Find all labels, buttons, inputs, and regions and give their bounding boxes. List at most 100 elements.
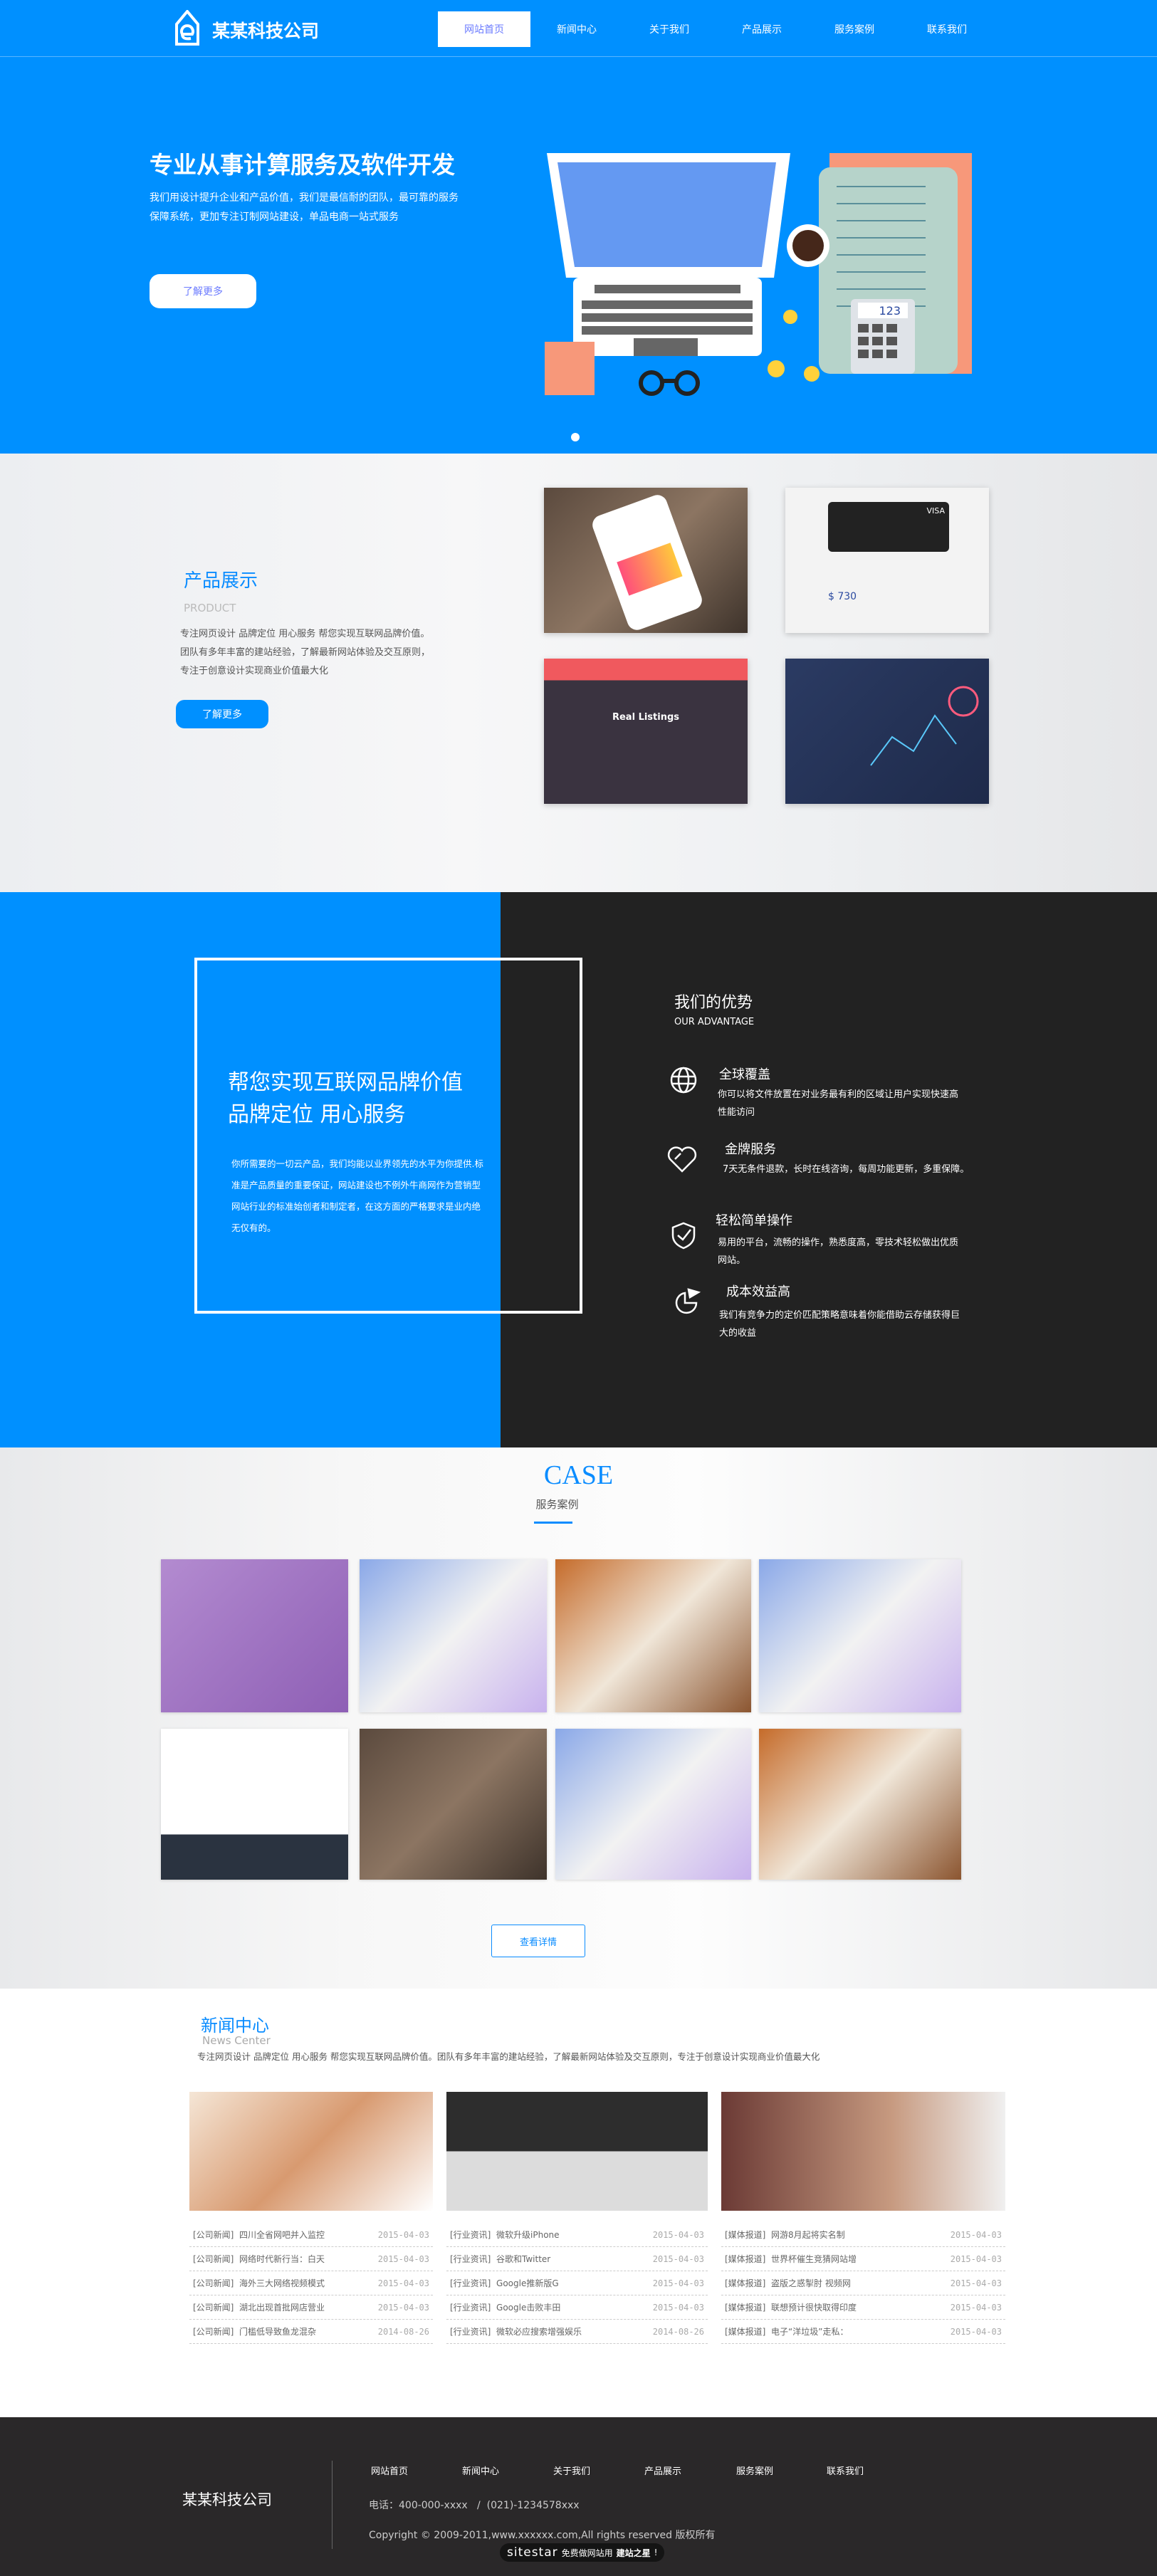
news-date: 2015-04-03 [377, 2302, 429, 2313]
news-list-item[interactable]: [媒体报道] 联想预计很快取得印度 2015-04-03 [721, 2295, 1005, 2320]
advantage-item-title: 成本效益高 [726, 1284, 790, 1299]
news-list-item[interactable]: [公司新闻] 海外三大网络视频模式 2015-04-03 [189, 2271, 433, 2295]
case-thumb[interactable] [360, 1559, 547, 1712]
news-image[interactable] [189, 2092, 433, 2211]
news-headline[interactable]: 世界杯催生竞猜网站增 [771, 2254, 857, 2264]
case-thumb[interactable] [759, 1559, 961, 1712]
news-list-item[interactable]: [行业资讯] Google推新版G 2015-04-03 [446, 2271, 708, 2295]
nav-news[interactable]: 新闻中心 [530, 11, 623, 47]
news-image[interactable] [721, 2092, 1005, 2211]
advantage-item-desc: 7天无条件退款，长时在线咨询，每周功能更新，多重保障。 [723, 1164, 970, 1175]
nav-products[interactable]: 产品展示 [716, 11, 808, 47]
badge-end: ! [654, 2548, 658, 2557]
news-list-item[interactable]: [行业资讯] Google击败丰田 2015-04-03 [446, 2295, 708, 2320]
footer-phone: 电话：400-000-xxxx / (021)-1234578xxx [369, 2500, 580, 2511]
news-headline[interactable]: 电子“洋垃圾”走私： [771, 2327, 848, 2337]
news-headline[interactable]: 谷歌和Twitter [496, 2254, 550, 2264]
news-date: 2015-04-03 [652, 2302, 704, 2313]
news-headline[interactable]: 海外三大网络视频模式 [239, 2278, 325, 2288]
case-thumb[interactable] [759, 1729, 961, 1880]
header-divider [0, 56, 1157, 57]
product-thumb-card[interactable]: VISA $ 730 [785, 488, 989, 633]
news-date: 2014-08-26 [652, 2326, 704, 2337]
footer-nav-cases[interactable]: 服务案例 [736, 2464, 773, 2477]
footer-nav-about[interactable]: 关于我们 [553, 2464, 590, 2477]
badge-strong: 建站之星 [616, 2548, 651, 2558]
news-headline[interactable]: 四川全省网吧并入监控 [239, 2230, 325, 2240]
news-category: [行业资讯] [450, 2278, 491, 2288]
case-thumb[interactable] [360, 1729, 547, 1880]
news-headline[interactable]: 湖北出现首批网店营业 [239, 2303, 325, 2313]
slider-dot[interactable] [571, 433, 580, 441]
badge-text: 免费做网站用 [561, 2548, 613, 2558]
footer-logo: 某某科技公司 [182, 2491, 272, 2508]
globe-icon [669, 1066, 698, 1097]
nav-contact[interactable]: 联系我们 [901, 11, 993, 47]
nav-cases[interactable]: 服务案例 [808, 11, 901, 47]
news-date: 2015-04-03 [950, 2229, 1002, 2240]
news-list-item[interactable]: [行业资讯] 微软必应搜索增强娱乐 2014-08-26 [446, 2320, 708, 2344]
logo-text[interactable]: 某某科技公司 [212, 17, 319, 43]
news-list-item[interactable]: [媒体报道] 世界杯催生竞猜网站增 2015-04-03 [721, 2247, 1005, 2271]
nav-home[interactable]: 网站首页 [438, 11, 530, 47]
news-list: [公司新闻] 四川全省网吧并入监控 2015-04-03 [公司新闻] 网络时代新行… [189, 2223, 433, 2344]
news-headline[interactable]: 网络时代新行当：白天 [239, 2254, 325, 2264]
sitestar-logo: sitestar [507, 2545, 558, 2560]
nav-about[interactable]: 关于我们 [623, 11, 716, 47]
logo-icon[interactable] [171, 9, 204, 46]
products-learn-more-button[interactable]: 了解更多 [176, 700, 268, 728]
news-date: 2015-04-03 [950, 2253, 1002, 2264]
products-subtitle: PRODUCT [184, 602, 236, 614]
news-headline[interactable]: 微软升级iPhone [496, 2230, 560, 2240]
news-list-item[interactable]: [公司新闻] 湖北出现首批网店营业 2015-04-03 [189, 2295, 433, 2320]
calculator-display: 123 [879, 304, 901, 318]
sitestar-badge[interactable]: sitestar 免费做网站用 建站之星 ! [500, 2543, 665, 2562]
footer-nav-contact[interactable]: 联系我们 [827, 2464, 864, 2477]
news-list-item[interactable]: [媒体报道] 电子“洋垃圾”走私： 2015-04-03 [721, 2320, 1005, 2344]
news-category: [行业资讯] [450, 2254, 491, 2264]
news-headline[interactable]: 网游8月起将实名制 [771, 2230, 845, 2240]
news-date: 2015-04-03 [377, 2253, 429, 2264]
news-list-item[interactable]: [公司新闻] 网络时代新行当：白天 2015-04-03 [189, 2247, 433, 2271]
news-image[interactable] [446, 2092, 708, 2211]
news-list-item[interactable]: [行业资讯] 谷歌和Twitter 2015-04-03 [446, 2247, 708, 2271]
news-category: [媒体报道] [725, 2254, 766, 2264]
news-category: [公司新闻] [193, 2278, 234, 2288]
footer-nav-products[interactable]: 产品展示 [644, 2464, 681, 2477]
advantage-item-title: 全球覆盖 [719, 1067, 770, 1082]
advantage-subtitle: OUR ADVANTAGE [674, 1017, 755, 1027]
shield-check-icon [671, 1221, 696, 1252]
news-list-item[interactable]: [媒体报道] 网游8月起将实名制 2015-04-03 [721, 2223, 1005, 2247]
news-headline[interactable]: Google击败丰田 [496, 2303, 560, 2313]
news-category: [行业资讯] [450, 2230, 491, 2240]
news-headline[interactable]: Google推新版G [496, 2278, 559, 2288]
hero-learn-more-button[interactable]: 了解更多 [150, 274, 256, 308]
news-headline[interactable]: 盗版之惑掣肘 视频网 [771, 2278, 851, 2288]
news-subtitle: News Center [202, 2034, 271, 2047]
news-list-item[interactable]: [公司新闻] 四川全省网吧并入监控 2015-04-03 [189, 2223, 433, 2247]
news-headline[interactable]: 门槛低导致鱼龙混杂 [239, 2327, 316, 2337]
news-date: 2015-04-03 [652, 2229, 704, 2240]
case-thumb[interactable] [161, 1729, 348, 1880]
news-date: 2015-04-03 [377, 2278, 429, 2288]
news-headline[interactable]: 联想预计很快取得印度 [771, 2303, 857, 2313]
news-list-item[interactable]: [媒体报道] 盗版之惑掣肘 视频网 2015-04-03 [721, 2271, 1005, 2295]
news-list-item[interactable]: [公司新闻] 门槛低导致鱼龙混杂 2014-08-26 [189, 2320, 433, 2344]
product-thumb-listings[interactable]: Real Listings [544, 659, 748, 804]
advantage-item-title: 轻松简单操作 [716, 1213, 792, 1228]
news-list: [媒体报道] 网游8月起将实名制 2015-04-03 [媒体报道] 世界杯催生竞猜… [721, 2223, 1005, 2344]
news-headline[interactable]: 微软必应搜索增强娱乐 [496, 2327, 582, 2337]
news-category: [行业资讯] [450, 2327, 491, 2337]
news-category: [行业资讯] [450, 2303, 491, 2313]
case-thumb[interactable] [555, 1559, 751, 1712]
footer-nav-home[interactable]: 网站首页 [371, 2464, 408, 2477]
case-thumb[interactable] [555, 1729, 751, 1880]
product-thumb-phone[interactable] [544, 488, 748, 633]
footer-nav-news[interactable]: 新闻中心 [462, 2464, 499, 2477]
case-thumb[interactable] [161, 1559, 348, 1712]
product-thumb-dashboard[interactable] [785, 659, 989, 804]
cases-underline [534, 1522, 572, 1524]
news-list-item[interactable]: [行业资讯] 微软升级iPhone 2015-04-03 [446, 2223, 708, 2247]
products-title: 产品展示 [184, 570, 258, 592]
view-details-button[interactable]: 查看详情 [491, 1925, 585, 1957]
